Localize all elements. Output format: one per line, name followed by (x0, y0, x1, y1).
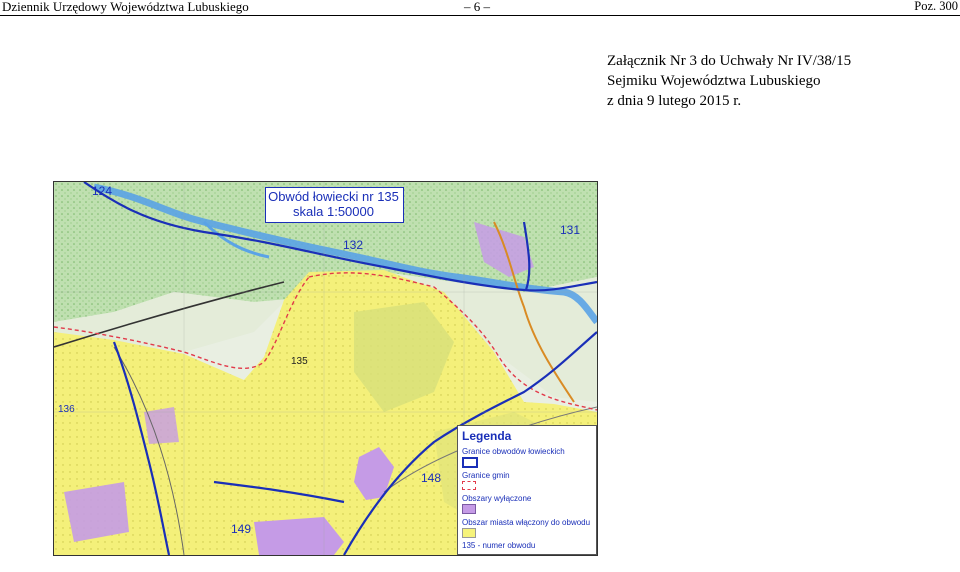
attachment-line-2: Sejmiku Województwa Lubuskiego (607, 73, 821, 89)
excluded-area-west (64, 482, 129, 542)
legend-heading: Legenda (462, 429, 512, 443)
legend-swatch-gmina-boundaries (462, 481, 476, 490)
legend-label-gmina-boundaries: Granice gmin (462, 471, 510, 480)
page-number: – 6 – (464, 0, 490, 14)
position-number: Poz. 300 (914, 0, 958, 13)
legend-label-district-number: 135 - numer obwodu (462, 541, 536, 550)
map-title: Obwód łowiecki nr 135 (268, 189, 399, 204)
attachment-note: Załącznik Nr 3 do Uchwały Nr IV/38/15 Se… (607, 51, 851, 111)
journal-title: Dziennik Urzędowy Województwa Lubuskiego (2, 0, 249, 14)
map-legend: Legenda Granice obwodów łowieckich Grani… (457, 425, 597, 555)
map-scale: skala 1:50000 (293, 204, 374, 219)
district-number-149: 149 (231, 522, 252, 536)
district-number-124: 124 (92, 184, 113, 198)
hunting-district-map: Obwód łowiecki nr 135 skala 1:50000 124 … (53, 181, 598, 556)
district-number-132: 132 (343, 238, 364, 252)
legend-label-excluded-areas: Obszary wyłączone (462, 494, 532, 503)
district-number-148: 148 (421, 471, 442, 485)
legend-label-town-area: Obszar miasta włączony do obwodu (462, 518, 591, 527)
page-header: Dziennik Urzędowy Województwa Lubuskiego… (0, 0, 960, 16)
legend-swatch-town-area (462, 528, 476, 538)
legend-label-hunting-boundaries: Granice obwodów łowieckich (462, 447, 565, 456)
district-number-135: 135 (291, 356, 308, 367)
header-rule (0, 15, 960, 16)
district-number-131: 131 (560, 223, 581, 237)
attachment-line-1: Załącznik Nr 3 do Uchwały Nr IV/38/15 (607, 53, 852, 69)
legend-swatch-hunting-boundaries (462, 457, 478, 468)
district-number-136: 136 (58, 404, 75, 415)
legend-swatch-excluded-areas (462, 504, 476, 514)
excluded-area-center (144, 407, 179, 444)
attachment-line-3: z dnia 9 lutego 2015 r. (607, 93, 742, 109)
